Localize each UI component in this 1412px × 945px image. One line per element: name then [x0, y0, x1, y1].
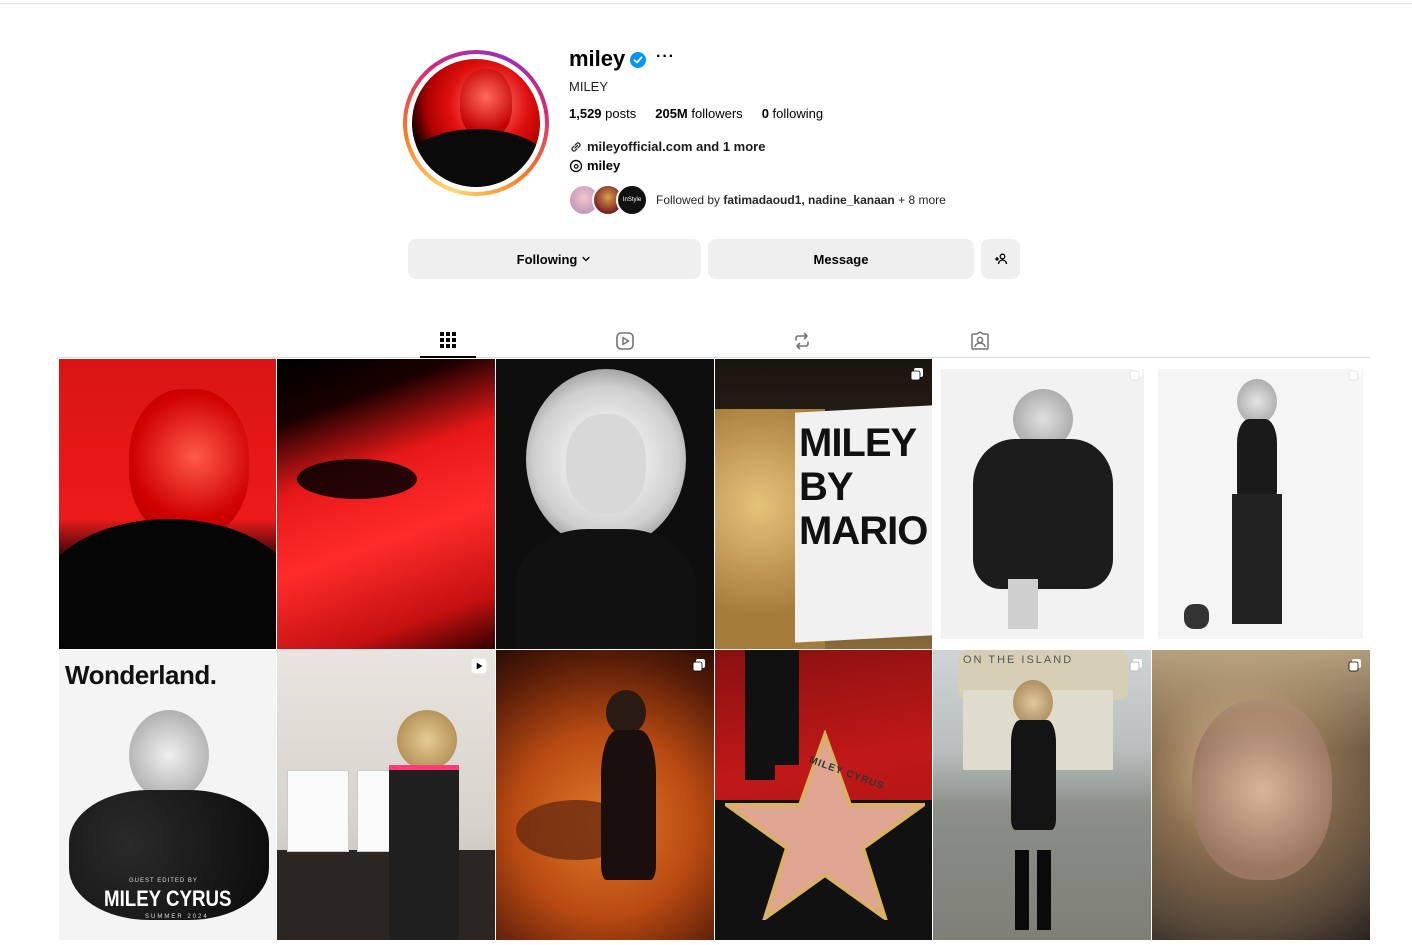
reel-icon — [471, 658, 487, 674]
post-tile[interactable] — [496, 650, 714, 940]
following-count[interactable]: 0 following — [762, 106, 823, 121]
repost-icon — [795, 332, 809, 350]
suggested-users-button[interactable] — [981, 239, 1020, 279]
cover-issue: SUMMER 2024 — [145, 914, 209, 920]
carousel-icon — [1129, 659, 1142, 672]
cover-name: MILEY CYRUS — [104, 886, 232, 911]
message-button[interactable]: Message — [708, 239, 974, 279]
magazine-title: Wonderland. — [65, 660, 217, 690]
carousel-icon — [1129, 368, 1142, 381]
tagged-icon — [971, 331, 989, 350]
post-tile[interactable] — [1152, 359, 1370, 649]
profile-stats: 1,529 posts 205M followers 0 following — [569, 106, 842, 121]
post-tile[interactable]: MILEY BY MARIO — [715, 359, 932, 649]
carousel-icon — [692, 659, 705, 672]
more-options-button[interactable]: ··· — [656, 48, 675, 66]
post-tile[interactable]: MILEY CYRUS — [715, 650, 932, 940]
posts-count: 1,529 posts — [569, 106, 637, 121]
link-text[interactable]: mileyofficial.com and 1 more — [587, 139, 765, 154]
chevron-down-icon — [582, 256, 590, 262]
threads-handle[interactable]: miley — [587, 158, 620, 173]
reels-icon — [616, 332, 634, 350]
profile-full-name: MILEY — [569, 79, 609, 94]
tab-posts[interactable] — [420, 324, 476, 358]
post-tile[interactable] — [1152, 650, 1370, 940]
followed-by[interactable]: InStyle Followed by fatimadaoud1, nadine… — [568, 184, 946, 216]
threads-icon — [569, 159, 583, 172]
post-tile[interactable]: ON THE ISLAND — [933, 650, 1151, 940]
tab-reels[interactable] — [597, 324, 653, 358]
post-tile[interactable] — [59, 359, 276, 649]
carousel-icon — [1348, 368, 1361, 381]
add-user-icon — [994, 253, 1007, 265]
tabs-divider — [59, 357, 1370, 358]
building-sign: ON THE ISLAND — [963, 654, 1074, 666]
link-icon — [571, 141, 581, 152]
post-tile[interactable]: Wonderland. GUEST EDITED BY MILEY CYRUS … — [59, 650, 276, 940]
tab-tagged[interactable] — [952, 324, 1008, 358]
profile-username: miley — [569, 46, 626, 71]
threads-link[interactable]: miley — [569, 158, 620, 173]
profile-avatar[interactable] — [403, 50, 549, 196]
post-tile[interactable] — [277, 650, 495, 940]
avatar-image — [412, 59, 540, 187]
mutual-avatar: InStyle — [616, 184, 648, 216]
top-divider — [0, 3, 1412, 4]
following-button[interactable]: Following — [408, 239, 701, 279]
profile-link[interactable]: mileyofficial.com and 1 more — [569, 139, 765, 154]
tab-reposts[interactable] — [774, 324, 830, 358]
cover-small-text: GUEST EDITED BY — [129, 878, 198, 884]
carousel-icon — [910, 368, 923, 381]
post-tile[interactable] — [277, 359, 495, 649]
verified-badge-icon — [630, 52, 646, 68]
magazine-text: MILEY BY MARIO — [799, 421, 928, 553]
post-tile[interactable] — [933, 359, 1151, 649]
post-tile[interactable] — [496, 359, 714, 649]
carousel-icon — [1348, 659, 1361, 672]
followers-count[interactable]: 205M followers — [655, 106, 742, 121]
grid-icon — [440, 332, 456, 348]
